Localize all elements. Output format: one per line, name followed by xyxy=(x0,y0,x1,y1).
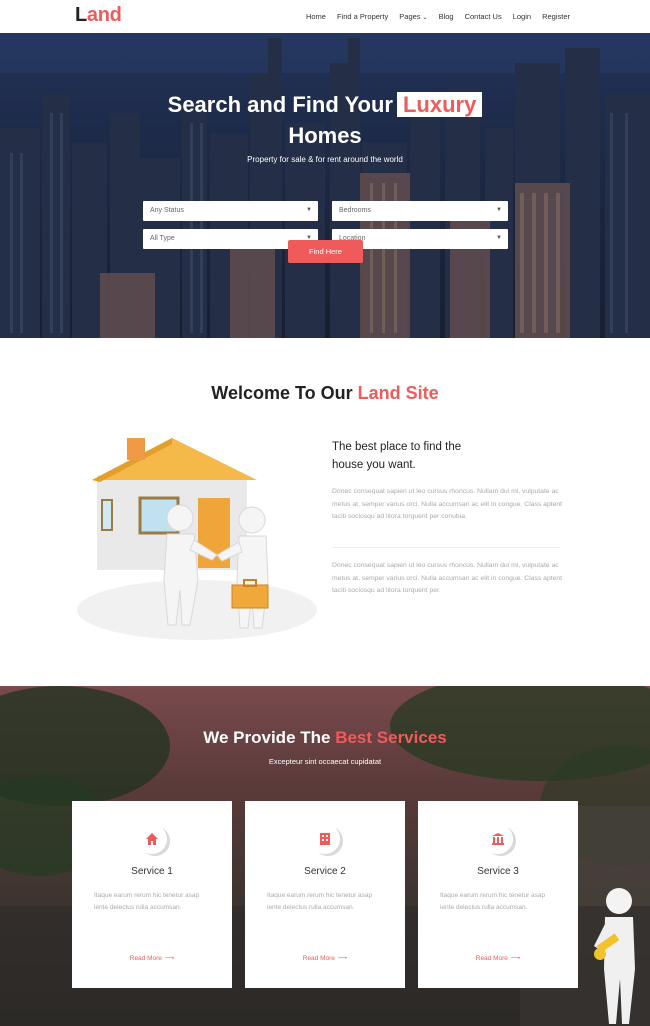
nav-find-property[interactable]: Find a Property xyxy=(337,12,388,21)
bank-icon xyxy=(492,833,504,845)
bedrooms-select-value: Bedrooms xyxy=(339,207,371,214)
welcome-title-text: Welcome To Our xyxy=(211,383,353,403)
nav-pages-label: Pages xyxy=(399,12,421,21)
services-title-highlight: Best Services xyxy=(335,728,447,747)
service-icon-badge xyxy=(137,824,167,854)
hero-title-highlight: Luxury xyxy=(396,92,483,117)
welcome-heading: The best place to find the house you wan… xyxy=(332,438,532,474)
nav-login[interactable]: Login xyxy=(513,12,531,21)
services-title-text: We Provide The xyxy=(203,728,331,747)
find-here-button[interactable]: Find Here xyxy=(288,240,363,263)
read-more-label: Read More xyxy=(129,955,162,962)
service-card-2: Service 2 Itaque earum rerum hic tenetur… xyxy=(245,801,405,988)
welcome-heading-line2: house you want. xyxy=(332,459,416,471)
arrow-right-icon: ⟶ xyxy=(164,955,175,962)
hero-title-line2: Homes xyxy=(288,123,362,148)
service-title: Service 2 xyxy=(304,866,346,877)
service-icon-badge xyxy=(310,824,340,854)
hero-subtitle: Property for sale & for rent around the … xyxy=(247,155,403,164)
nav-home[interactable]: Home xyxy=(306,12,326,21)
hero-overlay xyxy=(0,33,650,338)
service-text: Itaque earum rerum hic tenetur asap ient… xyxy=(267,892,373,911)
figure-with-key-illustration xyxy=(594,888,635,1024)
service-icon-badge xyxy=(483,824,513,854)
service-card-1: Service 1 Itaque earum rerum hic tenetur… xyxy=(72,801,232,988)
logo-first-letter: L xyxy=(75,4,87,26)
read-more-link[interactable]: Read More ⟶ xyxy=(245,954,405,962)
arrow-right-icon: ⟶ xyxy=(337,955,348,962)
chevron-down-icon: ⌄ xyxy=(422,15,428,21)
status-select[interactable]: Any Status ▼ xyxy=(143,201,318,221)
read-more-link[interactable]: Read More ⟶ xyxy=(418,954,578,962)
page: Land Home Find a Property Pages ⌄ Blog Co… xyxy=(0,0,650,1026)
nav-pages[interactable]: Pages ⌄ xyxy=(399,12,427,21)
read-more-link[interactable]: Read More ⟶ xyxy=(72,954,232,962)
read-more-label: Read More xyxy=(475,955,508,962)
nav-register[interactable]: Register xyxy=(542,12,570,21)
type-select-value: All Type xyxy=(150,235,175,242)
house-handshake-illustration xyxy=(77,438,317,640)
services-title: We Provide The Best Services xyxy=(0,728,650,748)
hero-section: Search and Find Your Luxury Homes Propert… xyxy=(0,33,650,338)
logo[interactable]: Land xyxy=(75,4,122,27)
select-arrow-icon: ▼ xyxy=(496,235,502,241)
select-arrow-icon: ▼ xyxy=(306,207,312,213)
welcome-heading-line1: The best place to find the xyxy=(332,441,462,453)
navbar: Land Home Find a Property Pages ⌄ Blog Co… xyxy=(0,0,650,33)
hero-title-text: Search and Find Your xyxy=(167,92,393,117)
bedrooms-select[interactable]: Bedrooms ▼ xyxy=(332,201,508,221)
hero-title: Search and Find Your Luxury Homes xyxy=(0,89,650,151)
nav-contact[interactable]: Contact Us xyxy=(465,12,502,21)
building-icon xyxy=(320,833,330,845)
status-select-value: Any Status xyxy=(150,207,184,214)
service-title: Service 3 xyxy=(477,866,519,877)
service-title: Service 1 xyxy=(131,866,173,877)
arrow-right-icon: ⟶ xyxy=(510,955,521,962)
read-more-label: Read More xyxy=(302,955,335,962)
divider xyxy=(332,547,560,548)
welcome-paragraph-2: Donec consequat sapien ut leo cursus rho… xyxy=(332,562,563,594)
service-text: Itaque earum rerum hic tenetur asap ient… xyxy=(440,892,546,911)
service-card-3: Service 3 Itaque earum rerum hic tenetur… xyxy=(418,801,578,988)
service-text: Itaque earum rerum hic tenetur asap ient… xyxy=(94,892,200,911)
logo-rest: and xyxy=(86,4,122,26)
services-subtitle: Excepteur sint occaecat cupidatat xyxy=(268,757,382,766)
welcome-title-highlight: Land Site xyxy=(357,383,439,403)
welcome-title: Welcome To Our Land Site xyxy=(0,383,650,404)
hero-title-line1: Search and Find Your Luxury xyxy=(0,89,650,120)
select-arrow-icon: ▼ xyxy=(496,207,502,213)
home-icon xyxy=(146,833,158,845)
welcome-paragraph-1: Donec consequat sapien ut leo cursus rho… xyxy=(332,488,563,520)
services-section: We Provide The Best Services Excepteur s… xyxy=(0,686,650,1026)
nav-blog[interactable]: Blog xyxy=(439,12,454,21)
main-nav: Home Find a Property Pages ⌄ Blog Contact… xyxy=(306,12,570,21)
